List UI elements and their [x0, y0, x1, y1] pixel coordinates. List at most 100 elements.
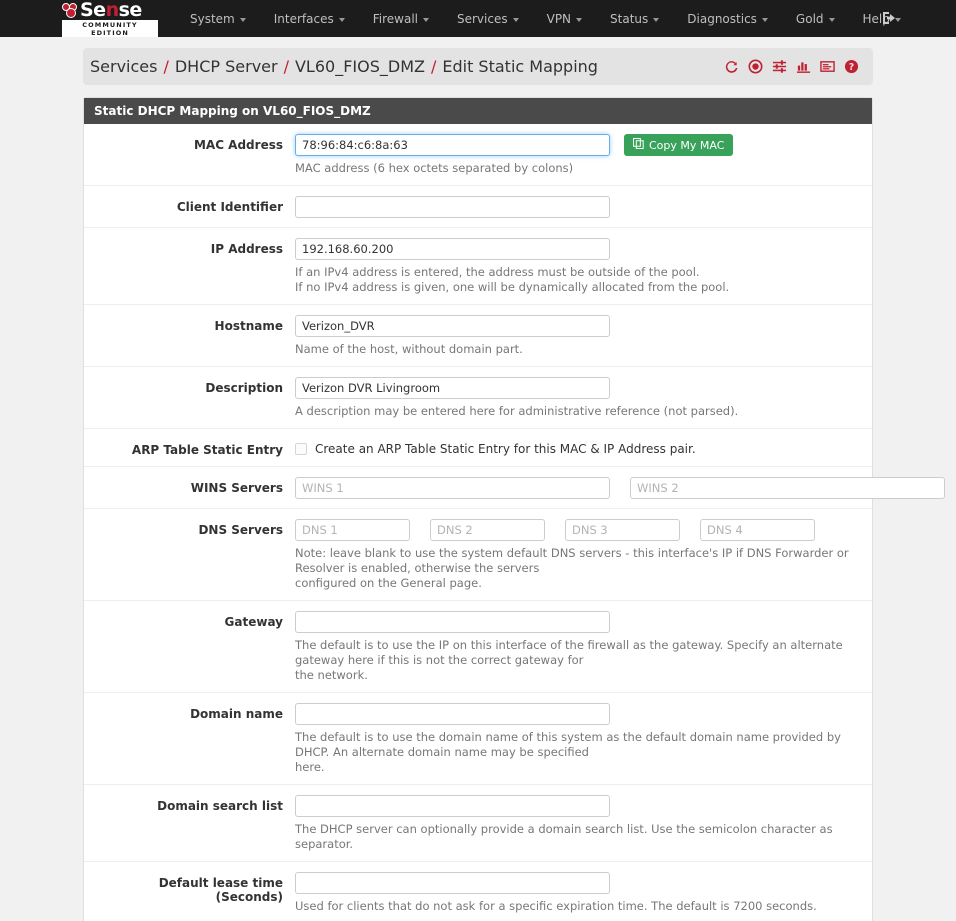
wins-2-input[interactable]: [630, 477, 945, 499]
breadcrumb-item-services[interactable]: Services: [90, 57, 157, 76]
static-mapping-panel: Static DHCP Mapping on VL60_FIOS_DMZ MAC…: [83, 97, 945, 921]
dns-4-input[interactable]: [700, 519, 815, 541]
gateway-input[interactable]: [295, 611, 610, 633]
dns-3-input[interactable]: [565, 519, 680, 541]
breadcrumb-item-interface[interactable]: VL60_FIOS_DMZ: [295, 57, 425, 76]
help-ip-address: If an IPv4 address is entered, the addre…: [295, 265, 860, 295]
nav-item-interfaces[interactable]: Interfaces: [260, 2, 359, 36]
row-domain-search-list: Domain search list The DHCP server can o…: [84, 785, 872, 862]
help-gateway-line2: the network.: [295, 668, 368, 682]
nav-item-services[interactable]: Services: [443, 2, 533, 36]
row-ip-address: IP Address If an IPv4 address is entered…: [84, 228, 872, 305]
help-dns-servers: Note: leave blank to use the system defa…: [295, 546, 860, 591]
chevron-down-icon: [338, 17, 345, 22]
nav-label: Services: [457, 11, 508, 26]
row-mac-address: MAC Address Copy My MAC MAC addr: [84, 124, 872, 186]
row-arp-static-entry: ARP Table Static Entry Create an ARP Tab…: [84, 429, 872, 467]
row-wins-servers: WINS Servers: [84, 467, 945, 509]
client-identifier-input[interactable]: [295, 196, 610, 218]
domain-search-list-input[interactable]: [295, 795, 610, 817]
ip-address-input[interactable]: [295, 238, 610, 260]
chevron-down-icon: [239, 17, 246, 22]
help-domain-name: The default is to use the domain name of…: [295, 730, 860, 775]
copy-my-mac-label: Copy My MAC: [649, 138, 725, 152]
nav-item-system[interactable]: System: [176, 2, 260, 36]
label-dns-servers: DNS Servers: [198, 523, 283, 537]
help-domain-line2: here.: [295, 760, 325, 774]
brand-subtitle: COMMUNITY EDITION: [62, 19, 158, 37]
hostname-input[interactable]: [295, 315, 610, 337]
svg-text:?: ?: [849, 62, 854, 73]
nav-label: System: [190, 11, 235, 26]
row-default-lease-time: Default lease time (Seconds) Used for cl…: [84, 862, 872, 921]
nav-label: VPN: [546, 11, 572, 26]
filter-sliders-icon[interactable]: [772, 59, 787, 74]
description-input[interactable]: [295, 377, 610, 399]
domain-name-input[interactable]: [295, 703, 610, 725]
dns-2-input[interactable]: [430, 519, 545, 541]
label-client-identifier: Client Identifier: [176, 200, 283, 214]
label-default-lease-line1: Default lease time: [158, 876, 283, 890]
help-description: A description may be entered here for ad…: [295, 404, 739, 418]
panel-heading: Static DHCP Mapping on VL60_FIOS_DMZ: [84, 98, 872, 124]
help-domain-line1: The default is to use the domain name of…: [295, 730, 841, 759]
refresh-icon[interactable]: [724, 59, 739, 74]
chevron-down-icon: [423, 17, 429, 22]
help-dns-line1: Note: leave blank to use the system defa…: [295, 546, 849, 575]
help-dns-line2: configured on the General page.: [295, 576, 482, 590]
stop-icon[interactable]: [748, 59, 763, 74]
label-hostname: Hostname: [214, 319, 283, 333]
log-icon[interactable]: [820, 59, 835, 74]
help-hostname: Name of the host, without domain part.: [295, 342, 523, 356]
mac-address-input[interactable]: [295, 134, 610, 156]
breadcrumb-separator: /: [283, 57, 289, 76]
nav-item-diagnostics[interactable]: Diagnostics: [673, 2, 782, 36]
dns-1-input[interactable]: [295, 519, 410, 541]
help-gateway: The default is to use the IP on this int…: [295, 638, 860, 683]
chevron-down-icon: [512, 17, 519, 22]
breadcrumb: Services / DHCP Server / VL60_FIOS_DMZ /…: [90, 57, 598, 76]
default-lease-time-input[interactable]: [295, 872, 610, 894]
label-domain-search-list: Domain search list: [157, 799, 283, 813]
nav-menu: System Interfaces Firewall Services VPN …: [176, 0, 915, 37]
breadcrumb-item-current: Edit Static Mapping: [442, 57, 598, 76]
nav-item-gold[interactable]: Gold: [782, 2, 849, 36]
breadcrumb-actions: ?: [724, 59, 859, 74]
nav-item-vpn[interactable]: VPN: [533, 2, 596, 36]
label-ip-address: IP Address: [210, 242, 283, 256]
arp-static-entry-checkbox[interactable]: [295, 443, 307, 455]
nav-item-status[interactable]: Status: [596, 2, 673, 36]
help-domain-search-list: The DHCP server can optionally provide a…: [295, 822, 833, 851]
help-gateway-line1: The default is to use the IP on this int…: [295, 638, 843, 667]
breadcrumb-separator: /: [163, 57, 169, 76]
row-gateway: Gateway The default is to use the IP on …: [84, 601, 872, 693]
nav-label: Firewall: [372, 11, 418, 26]
pfsense-dots-icon: [62, 2, 79, 18]
nav-label: Status: [610, 11, 649, 26]
row-domain-name: Domain name The default is to use the do…: [84, 693, 872, 785]
copy-my-mac-button[interactable]: Copy My MAC: [624, 134, 734, 156]
breadcrumb-item-dhcp-server[interactable]: DHCP Server: [175, 57, 278, 76]
breadcrumb-bar: Services / DHCP Server / VL60_FIOS_DMZ /…: [83, 48, 873, 85]
nav-label: Gold: [795, 11, 824, 26]
nav-item-firewall[interactable]: Firewall: [359, 2, 443, 36]
label-gateway: Gateway: [224, 615, 283, 629]
row-description: Description A description may be entered…: [84, 367, 872, 429]
help-icon[interactable]: ?: [844, 59, 859, 74]
chevron-down-icon: [576, 17, 583, 22]
row-client-identifier: Client Identifier: [84, 186, 872, 228]
brand-sense-text: Sense: [80, 0, 142, 21]
help-mac-address: MAC address (6 hex octets separated by c…: [295, 161, 574, 175]
label-default-lease-line2: (Seconds): [215, 890, 283, 904]
bar-chart-icon[interactable]: [796, 59, 811, 74]
logout-icon[interactable]: [880, 9, 898, 27]
brand-wordmark: Sense: [62, 0, 158, 21]
label-mac-address: MAC Address: [193, 138, 283, 152]
top-navbar: Sense COMMUNITY EDITION System Interface…: [0, 0, 956, 37]
page-content: Services / DHCP Server / VL60_FIOS_DMZ /…: [0, 48, 956, 921]
arp-static-entry-checkbox-label: Create an ARP Table Static Entry for thi…: [315, 442, 696, 456]
nav-label: Diagnostics: [687, 11, 757, 26]
wins-1-input[interactable]: [295, 477, 610, 499]
label-description: Description: [205, 381, 283, 395]
pfsense-logo[interactable]: Sense COMMUNITY EDITION: [62, 0, 158, 37]
